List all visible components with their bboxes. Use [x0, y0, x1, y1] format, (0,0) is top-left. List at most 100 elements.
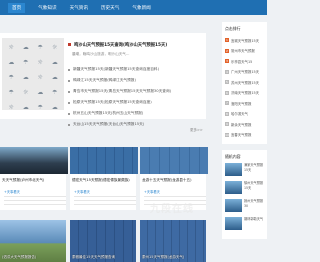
weather-icon: ☂ [8, 88, 14, 96]
random-item[interactable]: 扬州天气预报30 [225, 199, 264, 212]
weather-icon: ☼ [52, 43, 58, 51]
list-item[interactable]: 松原天气预报15天(松原天气预报15天查询百度) [68, 97, 202, 108]
weather-icon: ☁ [51, 58, 58, 66]
rank-badge: 6 [225, 90, 229, 95]
hot-item[interactable]: 7 洛阳天气预报 [225, 98, 264, 109]
random-box: 随机内容 满家天气预报15天 徐州天气预报15天 扬州天气预报30 锡林郭勒天气 [222, 150, 267, 239]
list-item-label: 新疆天气预报15天(新疆天气预报15天查询百度百科) [73, 67, 160, 71]
tile-title[interactable]: 龙游十五天气预报(龙游县十五) [142, 178, 192, 183]
random-item-image[interactable] [225, 163, 242, 176]
random-item-label[interactable]: 徐州天气预报15天 [244, 181, 264, 194]
hot-item-label: 常州市天气预报 [231, 49, 255, 54]
article-tile[interactable]: 德宏天气15天预报(德宏傣族景颇族) +天事看天 [70, 147, 138, 210]
hot-item[interactable]: 1 宜城天气预报15天 [225, 35, 264, 46]
list-item[interactable]: 鸭绿江15天天气预报(鸭绿江天气预报) [68, 75, 202, 86]
sidebar: 点击排行 1 宜城天气预报15天 2 常州市天气预报 3 乐亭县天气15 4 广州天气预报15… [222, 22, 267, 245]
tile-desc [4, 196, 66, 206]
weather-icon: ☁ [22, 103, 29, 111]
rank-badge: 8 [225, 111, 229, 116]
hot-item-label: 新余天气预报 [231, 122, 252, 127]
random-item-label[interactable]: 满家天气预报15天 [244, 163, 264, 176]
nav-news[interactable]: 天气资讯 [70, 5, 88, 11]
hot-item[interactable]: 9 新余天气预报 [225, 119, 264, 130]
featured-title[interactable]: 鸣沙山天气预报15天查询(鸣沙山天气预报15天) [68, 42, 167, 48]
hot-list-box: 点击排行 1 宜城天气预报15天 2 常州市天气预报 3 乐亭县天气15 4 广州天气预报15… [222, 22, 267, 144]
bottom-tile-title[interactable]: 泰雅最佳15天天气预报查询 [72, 255, 115, 260]
tile-title[interactable]: 天天气预报(泸州市北天气) [2, 178, 44, 183]
hot-item[interactable]: 10 宜春天气预报 [225, 130, 264, 141]
weather-icon: ☁ [37, 88, 44, 96]
weather-icon: ☂ [37, 103, 43, 111]
list-item-label: 杭州五山天气预报15天(杭州五山天气预报) [73, 111, 144, 115]
weather-icon: ☼ [8, 43, 14, 51]
rank-badge: 5 [225, 80, 229, 85]
hot-item-label: 乐亭县天气15 [231, 59, 253, 64]
more-link[interactable]: 更多>> [190, 128, 203, 133]
hot-item[interactable]: 2 常州市天气预报 [225, 46, 264, 57]
weather-icon: ☁ [22, 73, 29, 81]
weather-icon: ☁ [8, 58, 15, 66]
random-item-label[interactable]: 扬州天气预报30 [244, 199, 264, 212]
hot-list-title: 点击排行 [225, 26, 241, 31]
hot-item[interactable]: 8 哈尔滨天气 [225, 109, 264, 120]
list-item[interactable]: 天台山15天天气预报(天台山天气预报15天) [68, 119, 202, 130]
hot-item-label: 哈尔滨天气 [231, 112, 248, 117]
hot-item-label: 宜春天气预报 [231, 133, 252, 138]
watermark: 九段在线 [150, 204, 194, 215]
nav-weather-news[interactable]: 气象新闻 [132, 5, 150, 11]
bottom-tile[interactable]: 泰州15天气预报(龙游天气) [140, 220, 206, 262]
rank-badge: 1 [225, 38, 229, 43]
hot-item-label: 广州天气预报15天 [231, 70, 260, 75]
list-item[interactable]: 新疆天气预报15天(新疆天气预报15天查询百度百科) [68, 64, 202, 75]
hot-item[interactable]: 4 广州天气预报15天 [225, 67, 264, 78]
list-item-label: 鸭绿江15天天气预报(鸭绿江天气预报) [73, 78, 136, 82]
featured-card: ☼ ☁ ☂ ☼ ☁ ☂ ☼ ☁ ☂ ☁ ☼ ☁ ☂ ☼ ☁ ☂ ☼ ☁ ☂ ☁ 鸣沙山天气预报15天查询(鸣沙山天气预… [0, 33, 206, 126]
rank-badge: 10 [225, 132, 229, 137]
article-tile[interactable]: 天天气预报(泸州市北天气) +天事看天 [0, 147, 68, 210]
random-item[interactable]: 满家天气预报15天 [225, 163, 264, 176]
rank-badge: 2 [225, 48, 229, 53]
tile-title[interactable]: 德宏天气15天预报(德宏傣族景颇族) [72, 178, 130, 183]
hot-item-label: 洛阳天气预报 [231, 101, 252, 106]
bullet-icon [68, 68, 70, 71]
weather-icon-grid[interactable]: ☼ ☁ ☂ ☼ ☁ ☂ ☼ ☁ ☂ ☁ ☼ ☁ ☂ ☼ ☁ ☂ ☼ ☁ ☂ ☁ [2, 38, 64, 111]
bullet-icon [68, 112, 70, 115]
rank-badge: 9 [225, 122, 229, 127]
tile-image[interactable] [70, 147, 138, 174]
random-item-image[interactable] [225, 181, 242, 194]
random-item[interactable]: 锡林郭勒天气 [225, 217, 264, 230]
hot-item[interactable]: 5 苏州天气预报15天 [225, 77, 264, 88]
weather-icon: ☂ [52, 88, 58, 96]
random-item-image[interactable] [225, 217, 242, 230]
bullet-icon [68, 90, 70, 93]
random-item-image[interactable] [225, 199, 242, 212]
hot-item[interactable]: 6 济南天气预报15天 [225, 88, 264, 99]
bottom-tile-title[interactable]: (泗洪大天气预报报告) [2, 255, 36, 260]
random-title: 随机内容 [225, 154, 241, 159]
tile-image[interactable] [140, 147, 208, 174]
nav-history[interactable]: 历史天气 [101, 5, 119, 11]
list-item[interactable]: 青岛市天气预报15天(青岛天气预报15天天气预报30天查询) [68, 86, 202, 97]
tile-tag[interactable]: +天事看天 [144, 189, 160, 194]
nav-home[interactable]: 首页 [8, 2, 26, 13]
weather-icon: ☁ [51, 73, 58, 81]
tile-tag[interactable]: +天事看天 [74, 189, 90, 194]
weather-icon: ☁ [22, 43, 29, 51]
bottom-tile[interactable]: (泗洪大天气预报报告) [0, 220, 66, 262]
hot-item[interactable]: 3 乐亭县天气15 [225, 56, 264, 67]
weather-icon: ☼ [37, 58, 43, 66]
bottom-tile-title[interactable]: 泰州15天气预报(龙游天气) [142, 255, 184, 260]
tile-image[interactable] [0, 147, 68, 174]
list-item-label: 天台山15天天气预报(天台山天气预报15天) [73, 122, 145, 126]
tile-tag[interactable]: +天事看天 [4, 189, 20, 194]
top-nav-bar: 首页 气象知识 天气资讯 历史天气 气象新闻 [0, 0, 267, 15]
weather-icon: ☼ [8, 103, 14, 111]
random-item-label[interactable]: 锡林郭勒天气 [244, 217, 264, 230]
list-item[interactable]: 杭州五山天气预报15天(杭州五山天气预报) [68, 108, 202, 119]
nav-knowledge[interactable]: 气象知识 [38, 5, 56, 11]
rank-badge: 7 [225, 101, 229, 106]
weather-icon: ☼ [37, 73, 43, 81]
random-item[interactable]: 徐州天气预报15天 [225, 181, 264, 194]
bottom-tile[interactable]: 泰雅最佳15天天气预报查询 [70, 220, 136, 262]
weather-icon: ☁ [51, 103, 58, 111]
